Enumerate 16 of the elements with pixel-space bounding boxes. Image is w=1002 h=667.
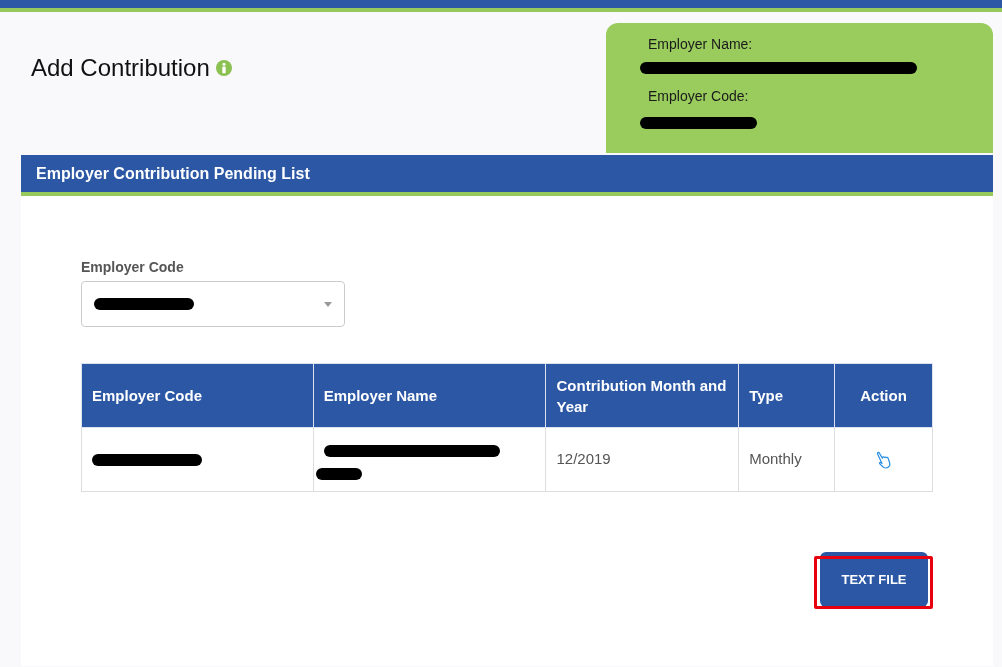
pointing-hand-icon[interactable] [875, 451, 892, 470]
column-header: Employer Code [81, 363, 314, 428]
info-icon [215, 60, 232, 77]
column-header: Type [738, 363, 835, 428]
table-cell: 12/2019 [546, 427, 739, 492]
field-label: Employer Code [81, 259, 185, 275]
section-header: Employer Contribution Pending List [21, 155, 993, 196]
employer-code-select[interactable] [81, 281, 345, 327]
info-label: Employer Name: [648, 36, 754, 52]
table-cell: Monthly [738, 427, 835, 492]
column-header: Action [834, 363, 933, 428]
caret-icon [324, 301, 332, 307]
column-header: Contribution Month and Year [546, 363, 739, 428]
info-label: Employer Code: [648, 88, 750, 104]
page-title: Add Contribution [31, 54, 210, 83]
column-header: Employer Name [313, 363, 546, 428]
